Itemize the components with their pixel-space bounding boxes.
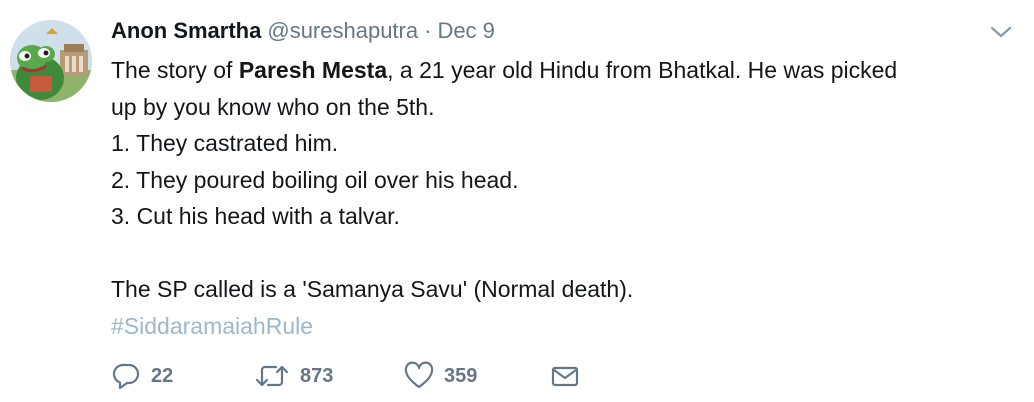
author-handle[interactable]: @sureshaputra — [267, 16, 418, 46]
heart-icon — [404, 361, 434, 389]
like-count: 359 — [444, 364, 478, 387]
reply-icon — [112, 363, 140, 390]
like-button[interactable]: 359 — [404, 358, 477, 394]
tweet-text: The story of Paresh Mesta, a 21 year old… — [111, 52, 1011, 344]
text-segment: The story of — [111, 57, 239, 83]
tweet-text-line-3: 1. They castrated him. — [111, 130, 339, 156]
text-segment: , a 21 year old Hindu from Bhatkal. He w… — [387, 57, 898, 83]
bold-name: Paresh Mesta — [238, 57, 388, 83]
tweet-text-line-5: 3. Cut his head with a talvar. — [111, 203, 400, 229]
reply-button[interactable]: 22 — [111, 358, 173, 394]
retweet-count: 873 — [300, 364, 334, 387]
retweet-icon — [255, 365, 289, 387]
chevron-down-icon[interactable] — [988, 22, 1014, 42]
tweet-text-line-6: The SP called is a 'Samanya Savu' (Norma… — [111, 276, 634, 302]
separator: · — [424, 18, 432, 43]
tweet[interactable]: Anon Smartha @sureshaputra · Dec 9 The s… — [0, 0, 1034, 402]
retweet-button[interactable]: 873 — [254, 358, 333, 394]
avatar[interactable] — [10, 20, 92, 102]
tweet-text-line-4: 2. They poured boiling oil over his head… — [111, 166, 519, 193]
tweet-text-line-2: up by you know who on the 5th. — [111, 93, 435, 120]
tweet-text-line-1: The story of Paresh Mesta, a 21 year old… — [111, 52, 1011, 89]
tweet-header: Anon Smartha @sureshaputra · Dec 9 — [111, 16, 495, 46]
author-name[interactable]: Anon Smartha — [111, 16, 261, 46]
tweet-date[interactable]: Dec 9 — [437, 16, 494, 46]
reply-count: 22 — [151, 364, 174, 387]
hashtag-link[interactable]: #SiddaramaiahRule — [111, 308, 1011, 345]
direct-message-button[interactable] — [551, 358, 579, 394]
envelope-icon — [551, 366, 579, 387]
avatar-image — [10, 20, 92, 102]
